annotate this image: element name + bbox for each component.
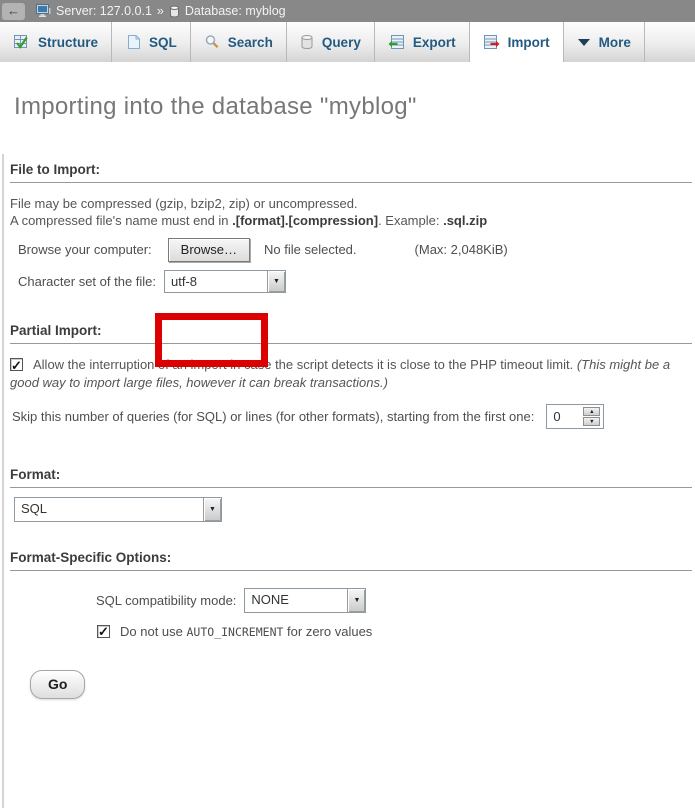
left-border-rule: [2, 154, 4, 808]
breadcrumb-server[interactable]: Server: 127.0.0.1: [56, 4, 152, 18]
format-select-arrow-icon: ▼: [203, 498, 221, 521]
tab-structure[interactable]: Structure: [0, 22, 112, 62]
format-select[interactable]: SQL ▼: [14, 497, 222, 522]
skip-queries-row: Skip this number of queries (for SQL) or…: [12, 404, 695, 429]
charset-row: Character set of the file: utf-8 ▼: [18, 269, 695, 293]
breadcrumb-separator: »: [157, 4, 164, 18]
query-icon: [300, 34, 314, 50]
spin-down-button[interactable]: ▼: [583, 417, 600, 426]
tab-sql[interactable]: SQL: [112, 22, 191, 62]
sql-compatibility-select-arrow-icon: ▼: [347, 589, 365, 612]
format-select-value: SQL: [15, 498, 203, 521]
auto-increment-row: Do not use AUTO_INCREMENT for zero value…: [97, 623, 695, 639]
auto-increment-suffix: for zero values: [283, 624, 372, 639]
compression-example: .sql.zip: [443, 213, 487, 228]
browse-label: Browse your computer:: [18, 242, 152, 257]
charset-select-value: utf-8: [165, 271, 267, 292]
charset-select-arrow-icon: ▼: [267, 271, 285, 292]
skip-queries-label: Skip this number of queries (for SQL) or…: [12, 409, 534, 424]
breadcrumb-bar: ← Server: 127.0.0.1 » Database: myblog: [0, 0, 695, 22]
charset-select[interactable]: utf-8 ▼: [164, 270, 286, 293]
compression-line2-mid: . Example:: [378, 213, 443, 228]
allow-interrupt-text: Allow the interruption of an import in c…: [33, 357, 577, 372]
spin-up-button[interactable]: ▲: [583, 407, 600, 416]
skip-queries-input[interactable]: 0 ▲ ▼: [546, 404, 604, 429]
auto-increment-code: AUTO_INCREMENT: [187, 625, 284, 639]
compression-line2-prefix: A compressed file's name must end in: [10, 213, 232, 228]
structure-icon: [13, 34, 30, 50]
tab-import[interactable]: Import: [470, 22, 564, 62]
compression-info-text: File may be compressed (gzip, bzip2, zip…: [10, 195, 681, 229]
sql-icon: [125, 34, 141, 50]
tab-label: Search: [228, 35, 273, 50]
sql-compatibility-select[interactable]: NONE ▼: [244, 588, 366, 613]
auto-increment-prefix: Do not use: [120, 624, 187, 639]
page-title: Importing into the database "myblog": [14, 92, 695, 122]
auto-increment-label: Do not use AUTO_INCREMENT for zero value…: [120, 624, 372, 639]
database-icon: [169, 5, 180, 18]
format-specific-options-heading: Format-Specific Options:: [10, 550, 692, 571]
partial-import-heading: Partial Import:: [10, 323, 692, 344]
max-upload-size-text: (Max: 2,048KiB): [415, 242, 508, 257]
tab-label: Structure: [38, 35, 98, 50]
compression-line1: File may be compressed (gzip, bzip2, zip…: [10, 196, 358, 211]
tab-search[interactable]: Search: [191, 22, 287, 62]
allow-interrupt-row: Allow the interruption of an import in c…: [10, 356, 681, 392]
import-icon: [483, 34, 500, 50]
tab-bar: Structure SQL Search Query: [0, 22, 695, 62]
spinner-buttons: ▲ ▼: [583, 407, 600, 426]
tab-query[interactable]: Query: [287, 22, 375, 62]
breadcrumb-database[interactable]: Database: myblog: [185, 4, 286, 18]
sql-compatibility-select-value: NONE: [245, 589, 347, 612]
go-button[interactable]: Go: [30, 670, 85, 699]
chevron-down-icon: [577, 38, 591, 47]
export-icon: [388, 34, 405, 50]
browse-button[interactable]: Browse…: [168, 238, 250, 262]
skip-queries-value: 0: [550, 409, 560, 424]
no-file-selected-text: No file selected.: [264, 242, 357, 257]
charset-label: Character set of the file:: [18, 274, 156, 289]
tab-label: More: [599, 35, 631, 50]
format-heading: Format:: [10, 467, 692, 488]
tab-label: Import: [508, 35, 550, 50]
tab-export[interactable]: Export: [375, 22, 470, 62]
tab-label: SQL: [149, 35, 177, 50]
server-icon: [36, 4, 51, 18]
sql-compatibility-label: SQL compatibility mode:: [96, 593, 236, 608]
auto-increment-checkbox[interactable]: [97, 625, 110, 638]
back-button[interactable]: ←: [2, 3, 25, 20]
compression-pattern: .[format].[compression]: [232, 213, 378, 228]
import-page-content: Importing into the database "myblog" Fil…: [0, 92, 695, 699]
file-to-import-heading: File to Import:: [10, 162, 692, 183]
sql-compatibility-row: SQL compatibility mode: NONE ▼: [96, 588, 695, 613]
tab-label: Export: [413, 35, 456, 50]
browse-file-row: Browse your computer: Browse… No file se…: [18, 237, 695, 262]
allow-interrupt-checkbox[interactable]: [10, 358, 23, 371]
tab-more[interactable]: More: [564, 22, 645, 62]
search-icon: [204, 34, 220, 50]
tab-label: Query: [322, 35, 361, 50]
